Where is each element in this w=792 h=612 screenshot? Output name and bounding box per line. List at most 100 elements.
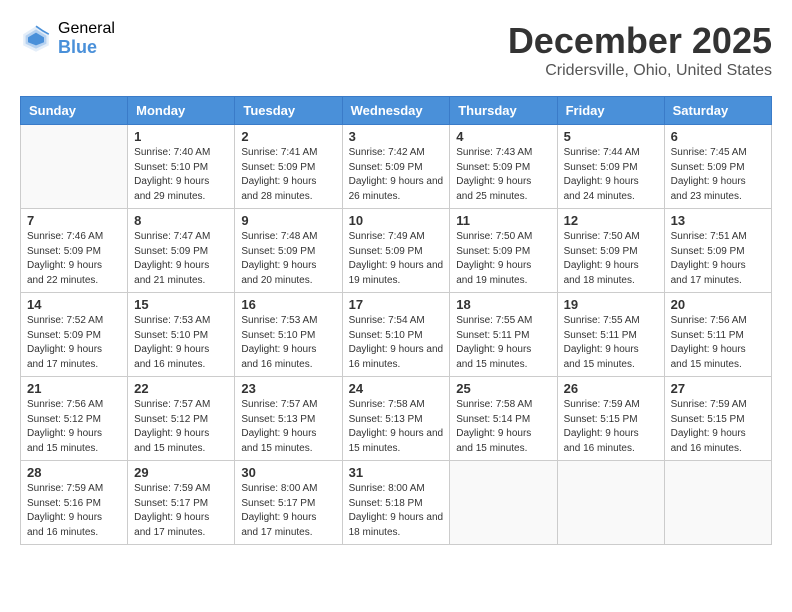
day-info: Sunrise: 7:43 AMSunset: 5:09 PMDaylight:… bbox=[456, 146, 550, 204]
calendar-cell: 1Sunrise: 7:40 AMSunset: 5:10 PMDaylight… bbox=[128, 125, 235, 209]
day-number: 17 bbox=[349, 297, 444, 312]
day-info: Sunrise: 7:50 AMSunset: 5:09 PMDaylight:… bbox=[456, 230, 550, 288]
calendar-cell: 25Sunrise: 7:58 AMSunset: 5:14 PMDayligh… bbox=[450, 377, 557, 461]
calendar-cell: 12 Sunrise: 7:50 AMSunset: 5:09 PMDayligh… bbox=[557, 209, 664, 293]
calendar-cell: 22Sunrise: 7:57 AMSunset: 5:12 PMDayligh… bbox=[128, 377, 235, 461]
day-info: Sunrise: 7:53 AMSunset: 5:10 PMDaylight:… bbox=[134, 314, 228, 372]
day-info: Sunrise: 7:59 AMSunset: 5:17 PMDaylight:… bbox=[134, 482, 228, 540]
day-number: 24 bbox=[349, 381, 444, 396]
weekday-header-row: SundayMondayTuesdayWednesdayThursdayFrid… bbox=[21, 97, 772, 125]
day-number: 20 bbox=[671, 297, 765, 312]
day-number: 25 bbox=[456, 381, 550, 396]
calendar-cell: 23Sunrise: 7:57 AMSunset: 5:13 PMDayligh… bbox=[235, 377, 342, 461]
calendar-cell bbox=[450, 461, 557, 545]
day-number: 14 bbox=[27, 297, 121, 312]
day-info: Sunrise: 7:49 AMSunset: 5:09 PMDaylight:… bbox=[349, 230, 444, 288]
calendar-cell: 5Sunrise: 7:44 AMSunset: 5:09 PMDaylight… bbox=[557, 125, 664, 209]
calendar-cell: 3Sunrise: 7:42 AMSunset: 5:09 PMDaylight… bbox=[342, 125, 450, 209]
day-info: Sunrise: 7:50 AMSunset: 5:09 PMDaylight:… bbox=[564, 230, 658, 288]
calendar-cell: 16 Sunrise: 7:53 AMSunset: 5:10 PMDayligh… bbox=[235, 293, 342, 377]
day-info: Sunrise: 7:45 AMSunset: 5:09 PMDaylight:… bbox=[671, 146, 765, 204]
calendar-cell: 10 Sunrise: 7:49 AMSunset: 5:09 PMDayligh… bbox=[342, 209, 450, 293]
calendar-cell: 4 Sunrise: 7:43 AMSunset: 5:09 PMDaylight… bbox=[450, 125, 557, 209]
calendar-cell: 24 Sunrise: 7:58 AMSunset: 5:13 PMDayligh… bbox=[342, 377, 450, 461]
day-number: 7 bbox=[27, 213, 121, 228]
calendar-cell: 28Sunrise: 7:59 AMSunset: 5:16 PMDayligh… bbox=[21, 461, 128, 545]
logo-icon bbox=[20, 23, 52, 55]
calendar-cell: 27 Sunrise: 7:59 AMSunset: 5:15 PMDayligh… bbox=[664, 377, 771, 461]
calendar-week-row: 28Sunrise: 7:59 AMSunset: 5:16 PMDayligh… bbox=[21, 461, 772, 545]
calendar-cell: 20 Sunrise: 7:56 AMSunset: 5:11 PMDayligh… bbox=[664, 293, 771, 377]
calendar-cell: 7 Sunrise: 7:46 AMSunset: 5:09 PMDaylight… bbox=[21, 209, 128, 293]
day-info: Sunrise: 8:00 AMSunset: 5:17 PMDaylight:… bbox=[241, 482, 335, 540]
day-number: 11 bbox=[456, 213, 550, 228]
day-number: 12 bbox=[564, 213, 658, 228]
calendar-cell: 6 Sunrise: 7:45 AMSunset: 5:09 PMDaylight… bbox=[664, 125, 771, 209]
calendar-week-row: 7 Sunrise: 7:46 AMSunset: 5:09 PMDaylight… bbox=[21, 209, 772, 293]
day-info: Sunrise: 7:56 AMSunset: 5:11 PMDaylight:… bbox=[671, 314, 765, 372]
calendar-cell: 18 Sunrise: 7:55 AMSunset: 5:11 PMDayligh… bbox=[450, 293, 557, 377]
day-info: Sunrise: 7:53 AMSunset: 5:10 PMDaylight:… bbox=[241, 314, 335, 372]
calendar-week-row: 21Sunrise: 7:56 AMSunset: 5:12 PMDayligh… bbox=[21, 377, 772, 461]
calendar-cell: 21Sunrise: 7:56 AMSunset: 5:12 PMDayligh… bbox=[21, 377, 128, 461]
month-title: December 2025 bbox=[508, 20, 772, 62]
day-info: Sunrise: 7:55 AMSunset: 5:11 PMDaylight:… bbox=[456, 314, 550, 372]
day-number: 30 bbox=[241, 465, 335, 480]
day-number: 4 bbox=[456, 129, 550, 144]
day-number: 31 bbox=[349, 465, 444, 480]
day-number: 8 bbox=[134, 213, 228, 228]
calendar-cell: 17 Sunrise: 7:54 AMSunset: 5:10 PMDayligh… bbox=[342, 293, 450, 377]
day-info: Sunrise: 7:41 AMSunset: 5:09 PMDaylight:… bbox=[241, 146, 335, 204]
calendar-cell bbox=[557, 461, 664, 545]
day-info: Sunrise: 7:46 AMSunset: 5:09 PMDaylight:… bbox=[27, 230, 121, 288]
calendar-cell: 19Sunrise: 7:55 AMSunset: 5:11 PMDayligh… bbox=[557, 293, 664, 377]
location: Cridersville, Ohio, United States bbox=[508, 62, 772, 80]
day-number: 13 bbox=[671, 213, 765, 228]
day-number: 19 bbox=[564, 297, 658, 312]
calendar-cell: 9 Sunrise: 7:48 AMSunset: 5:09 PMDaylight… bbox=[235, 209, 342, 293]
logo-general: General bbox=[58, 20, 115, 38]
day-number: 26 bbox=[564, 381, 658, 396]
day-info: Sunrise: 7:59 AMSunset: 5:15 PMDaylight:… bbox=[564, 398, 658, 456]
day-number: 18 bbox=[456, 297, 550, 312]
calendar-cell: 26 Sunrise: 7:59 AMSunset: 5:15 PMDayligh… bbox=[557, 377, 664, 461]
day-number: 29 bbox=[134, 465, 228, 480]
day-info: Sunrise: 7:59 AMSunset: 5:15 PMDaylight:… bbox=[671, 398, 765, 456]
calendar-cell: 11 Sunrise: 7:50 AMSunset: 5:09 PMDayligh… bbox=[450, 209, 557, 293]
day-number: 3 bbox=[349, 129, 444, 144]
weekday-header: Thursday bbox=[450, 97, 557, 125]
day-number: 6 bbox=[671, 129, 765, 144]
day-info: Sunrise: 7:48 AMSunset: 5:09 PMDaylight:… bbox=[241, 230, 335, 288]
day-info: Sunrise: 7:51 AMSunset: 5:09 PMDaylight:… bbox=[671, 230, 765, 288]
day-info: Sunrise: 7:54 AMSunset: 5:10 PMDaylight:… bbox=[349, 314, 444, 372]
calendar-cell: 30 Sunrise: 8:00 AMSunset: 5:17 PMDayligh… bbox=[235, 461, 342, 545]
calendar-cell bbox=[664, 461, 771, 545]
calendar-cell: 2Sunrise: 7:41 AMSunset: 5:09 PMDaylight… bbox=[235, 125, 342, 209]
calendar-cell bbox=[21, 125, 128, 209]
title-block: December 2025 Cridersville, Ohio, United… bbox=[508, 20, 772, 80]
day-info: Sunrise: 7:44 AMSunset: 5:09 PMDaylight:… bbox=[564, 146, 658, 204]
day-info: Sunrise: 8:00 AMSunset: 5:18 PMDaylight:… bbox=[349, 482, 444, 540]
calendar-cell: 15 Sunrise: 7:53 AMSunset: 5:10 PMDayligh… bbox=[128, 293, 235, 377]
weekday-header: Wednesday bbox=[342, 97, 450, 125]
calendar-cell: 31 Sunrise: 8:00 AMSunset: 5:18 PMDayligh… bbox=[342, 461, 450, 545]
page-header: General Blue December 2025 Cridersville,… bbox=[20, 20, 772, 80]
logo-blue: Blue bbox=[58, 38, 115, 58]
day-info: Sunrise: 7:59 AMSunset: 5:16 PMDaylight:… bbox=[27, 482, 121, 540]
day-number: 16 bbox=[241, 297, 335, 312]
weekday-header: Saturday bbox=[664, 97, 771, 125]
calendar-week-row: 14 Sunrise: 7:52 AMSunset: 5:09 PMDayligh… bbox=[21, 293, 772, 377]
day-number: 9 bbox=[241, 213, 335, 228]
weekday-header: Sunday bbox=[21, 97, 128, 125]
day-number: 10 bbox=[349, 213, 444, 228]
calendar-cell: 13 Sunrise: 7:51 AMSunset: 5:09 PMDayligh… bbox=[664, 209, 771, 293]
logo-text: General Blue bbox=[58, 20, 115, 57]
day-info: Sunrise: 7:52 AMSunset: 5:09 PMDaylight:… bbox=[27, 314, 121, 372]
day-number: 15 bbox=[134, 297, 228, 312]
day-info: Sunrise: 7:40 AMSunset: 5:10 PMDaylight:… bbox=[134, 146, 228, 204]
day-info: Sunrise: 7:58 AMSunset: 5:13 PMDaylight:… bbox=[349, 398, 444, 456]
day-number: 27 bbox=[671, 381, 765, 396]
day-number: 23 bbox=[241, 381, 335, 396]
calendar: SundayMondayTuesdayWednesdayThursdayFrid… bbox=[20, 96, 772, 545]
day-info: Sunrise: 7:47 AMSunset: 5:09 PMDaylight:… bbox=[134, 230, 228, 288]
